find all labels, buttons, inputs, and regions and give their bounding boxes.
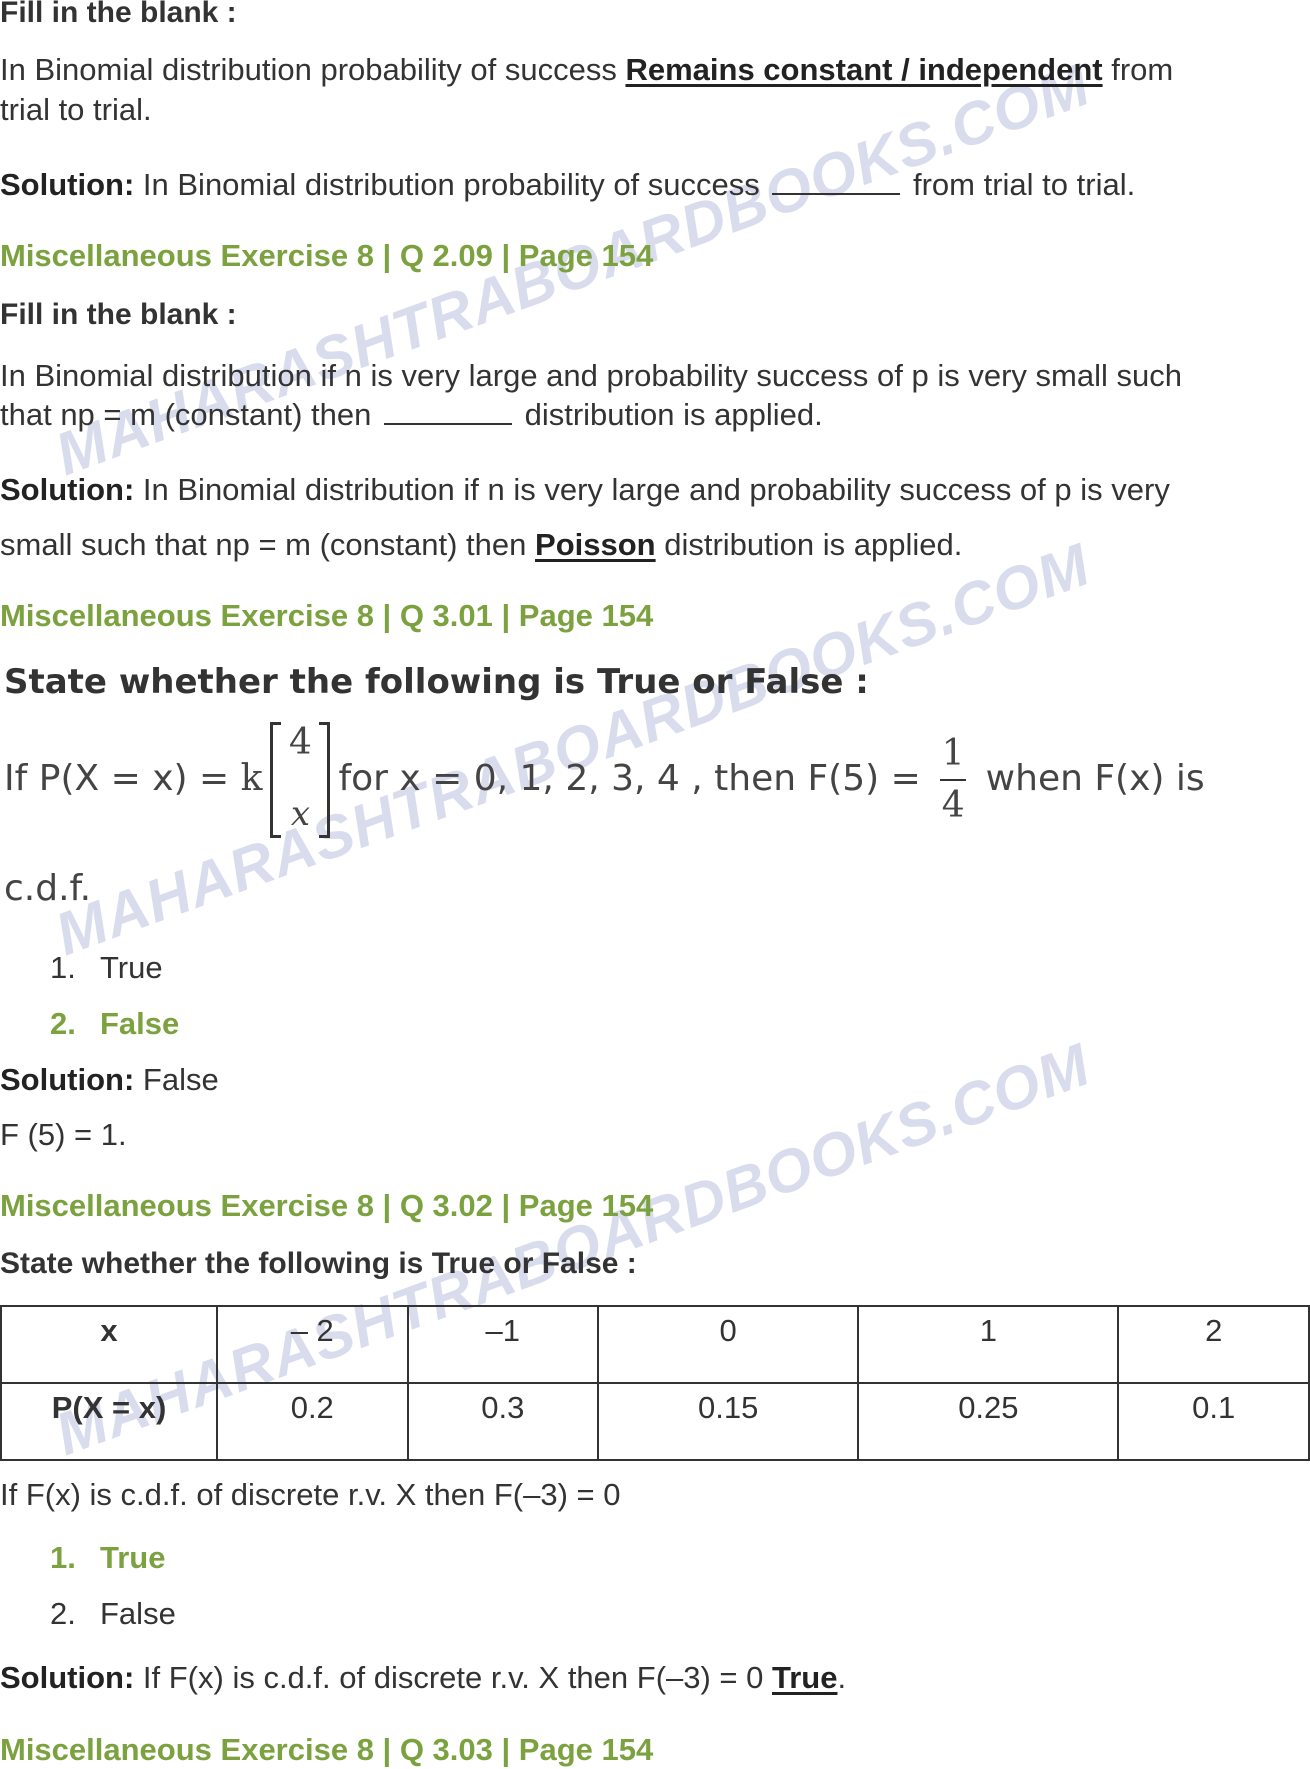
row-header-p: P(X = x) <box>0 1382 218 1461</box>
q302-option-2[interactable]: 2. False <box>50 1596 176 1632</box>
q208-question: In Binomial distribution probability of … <box>0 52 1174 87</box>
table-cell: 0.15 <box>597 1382 860 1461</box>
solution-label: Solution: <box>0 472 135 507</box>
blank-line <box>383 397 512 425</box>
q209-header-link[interactable]: Miscellaneous Exercise 8 | Q 2.09 | Page… <box>0 238 653 274</box>
q302-question: If F(x) is c.d.f. of discrete r.v. X the… <box>0 1477 621 1512</box>
table-row: P(X = x) 0.2 0.3 0.15 0.25 0.1 <box>0 1382 1310 1461</box>
table-cell: 0.3 <box>406 1382 600 1461</box>
q301-header-link[interactable]: Miscellaneous Exercise 8 | Q 3.01 | Page… <box>0 598 653 634</box>
q209-answer: Poisson <box>535 527 656 562</box>
solution-label: Solution: <box>0 1660 135 1695</box>
q209-question-line1: In Binomial distribution if n is very la… <box>0 358 1182 393</box>
table-cell: 2 <box>1117 1305 1310 1384</box>
table-cell: –1 <box>406 1305 600 1384</box>
q301-option-2[interactable]: 2. False <box>50 1006 179 1042</box>
table-cell: 0.2 <box>216 1382 409 1461</box>
blank-line <box>772 167 901 195</box>
q302-answer: True <box>772 1660 838 1695</box>
q209-solution-line1: Solution: In Binomial distribution if n … <box>0 472 1170 507</box>
table-cell: 0 <box>597 1305 860 1384</box>
table-cell: – 2 <box>216 1305 409 1384</box>
q208-answer: Remains constant / independent <box>625 52 1103 87</box>
q302-header-link[interactable]: Miscellaneous Exercise 8 | Q 3.02 | Page… <box>0 1188 653 1224</box>
table-cell: 0.1 <box>1117 1382 1310 1461</box>
solution-label: Solution: <box>0 1062 135 1097</box>
q209-question-line2: that np = m (constant) then distribution… <box>0 397 823 432</box>
q301-solution: Solution: False <box>0 1062 219 1097</box>
table-row: x – 2 –1 0 1 2 <box>0 1305 1310 1384</box>
q301-option-1[interactable]: 1. True <box>50 950 163 986</box>
constant-k: k <box>240 758 263 799</box>
row-header-x: x <box>0 1305 218 1384</box>
q302-solution: Solution: If F(x) is c.d.f. of discrete … <box>0 1660 847 1695</box>
binomial-bracket: 4x <box>270 722 331 838</box>
q302-option-1[interactable]: 1. True <box>50 1540 165 1576</box>
distribution-table: x – 2 –1 0 1 2 P(X = x) 0.2 0.3 0.15 0.2… <box>0 1305 1310 1461</box>
solution-label: Solution: <box>0 167 135 202</box>
q302-statement: State whether the following is True or F… <box>0 1247 637 1280</box>
q208-label: Fill in the blank : <box>0 0 237 29</box>
q208-solution: Solution: In Binomial distribution proba… <box>0 167 1136 202</box>
fraction: 14 <box>940 733 967 826</box>
q209-label: Fill in the blank : <box>0 298 237 331</box>
q303-header-link[interactable]: Miscellaneous Exercise 8 | Q 3.03 | Page… <box>0 1732 653 1768</box>
table-cell: 0.25 <box>857 1382 1120 1461</box>
q301-math: If P(X = x) = k 4 x for x = 0, 1, 2, 3, 4 ,… <box>4 722 1205 838</box>
q209-solution-line2: small such that np = m (constant) then P… <box>0 527 963 562</box>
q301-statement: State whether the following is True or F… <box>4 662 869 702</box>
table-cell: 1 <box>857 1305 1120 1384</box>
q301-solution-detail: F (5) = 1. <box>0 1117 127 1152</box>
q208-question-line2: trial to trial. <box>0 92 152 127</box>
q301-math-line2: c.d.f. <box>4 868 92 909</box>
